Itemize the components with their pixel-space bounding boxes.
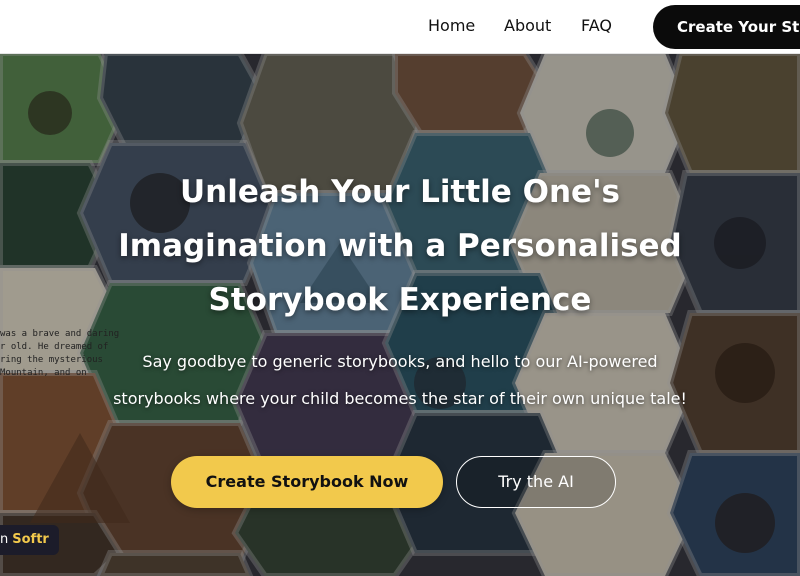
- hero-section: was a brave and daring r old. He dreamed…: [0, 53, 800, 576]
- site-header: Home About FAQ Create Your Story: [0, 0, 800, 54]
- subtext-line: storybooks where your child becomes the …: [113, 389, 687, 408]
- headline-line: Storybook Experience: [208, 282, 592, 318]
- snippet-line: was a brave and daring: [0, 329, 120, 339]
- create-your-story-button[interactable]: Create Your Story: [653, 5, 800, 49]
- try-the-ai-button[interactable]: Try the AI: [456, 456, 616, 508]
- headline-line: Unleash Your Little One's: [179, 174, 621, 210]
- hero-headline: Unleash Your Little One's Imagination wi…: [40, 165, 760, 327]
- badge-prefix: n: [0, 532, 9, 547]
- headline-line: Imagination with a Personalised: [118, 228, 682, 264]
- nav-about-link[interactable]: About: [504, 16, 551, 35]
- nav-home-link[interactable]: Home: [428, 16, 475, 35]
- nav-faq-link[interactable]: FAQ: [581, 16, 612, 35]
- made-with-softr-badge[interactable]: n Softr: [0, 525, 59, 555]
- create-storybook-now-button[interactable]: Create Storybook Now: [171, 456, 443, 508]
- hero-subtext: Say goodbye to generic storybooks, and h…: [60, 343, 740, 417]
- badge-brand: Softr: [12, 532, 49, 547]
- subtext-line: Say goodbye to generic storybooks, and h…: [142, 352, 658, 371]
